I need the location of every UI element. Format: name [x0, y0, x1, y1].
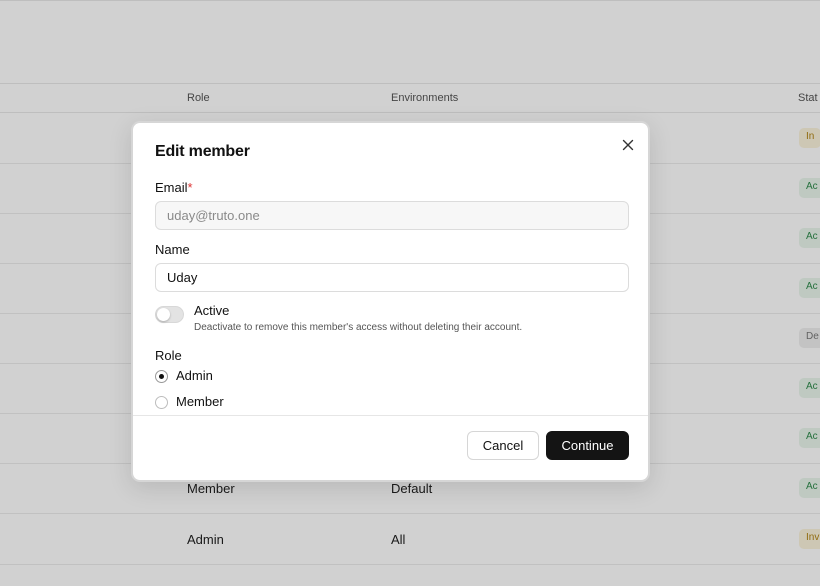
active-toggle[interactable] [155, 306, 184, 323]
edit-member-dialog: Edit member Email* Name Active Deactivat… [131, 121, 650, 482]
close-icon[interactable] [619, 136, 637, 154]
toggle-knob [157, 308, 170, 321]
continue-button[interactable]: Continue [546, 431, 629, 460]
radio-button[interactable] [155, 396, 168, 409]
required-mark: * [187, 180, 193, 195]
role-label: Role [155, 348, 182, 363]
active-toggle-label: Active [194, 303, 230, 318]
name-field[interactable] [155, 263, 629, 292]
role-option-label: Admin [176, 368, 213, 383]
role-option-label: Member [176, 394, 224, 409]
name-label: Name [155, 242, 190, 257]
dialog-title: Edit member [155, 143, 250, 160]
active-toggle-description: Deactivate to remove this member's acces… [194, 322, 523, 333]
footer-divider [133, 415, 648, 416]
radio-button[interactable] [155, 370, 168, 383]
cancel-button[interactable]: Cancel [467, 431, 539, 460]
email-label: Email* [155, 180, 193, 195]
email-field[interactable] [155, 201, 629, 230]
email-label-text: Email [155, 180, 188, 195]
